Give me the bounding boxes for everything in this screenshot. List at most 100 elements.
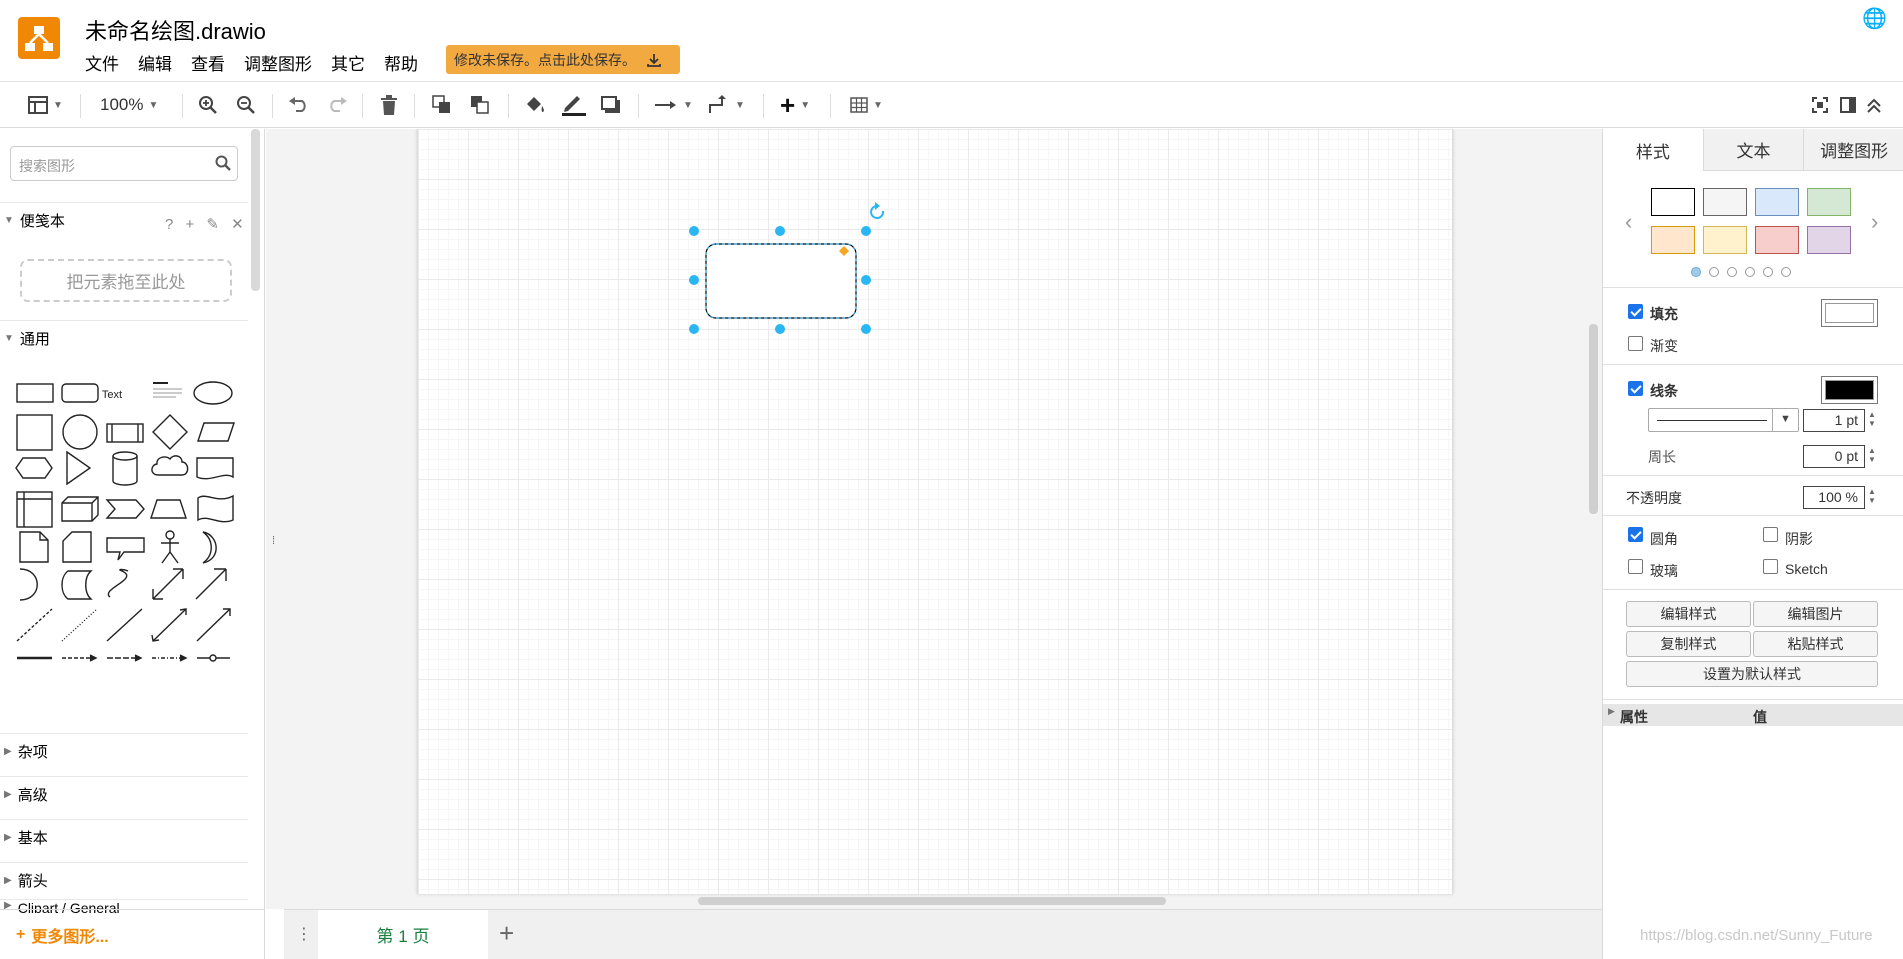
- sidebar-scrollbar[interactable]: [251, 129, 260, 291]
- line-pattern-select[interactable]: ▼: [1648, 408, 1799, 432]
- spinner-arrows-icon[interactable]: ▲ ▼: [1868, 410, 1876, 428]
- menu-arrange[interactable]: 调整图形: [244, 50, 331, 75]
- edit-image-button[interactable]: 编辑图片: [1753, 601, 1878, 627]
- search-icon[interactable]: [215, 155, 231, 176]
- diagram-canvas[interactable]: [266, 129, 1602, 909]
- connector-with-symbol-shape[interactable]: [197, 654, 230, 662]
- triangle-shape[interactable]: [66, 450, 92, 486]
- line-shape[interactable]: [106, 608, 143, 642]
- ellipse-shape[interactable]: [193, 381, 233, 405]
- and-shape[interactable]: [19, 568, 38, 601]
- shape-search-input[interactable]: 搜索图形: [10, 146, 238, 181]
- spinner-arrows-icon[interactable]: ▲ ▼: [1868, 487, 1876, 505]
- menu-view[interactable]: 查看: [191, 50, 244, 75]
- scratchpad-tools[interactable]: ? + ✎ ✕: [165, 215, 248, 233]
- resize-handle-e[interactable]: [861, 275, 871, 285]
- collapsed-arrow-icon[interactable]: ▶: [1608, 706, 1615, 717]
- gradient-checkbox[interactable]: [1628, 336, 1643, 351]
- actor-shape[interactable]: [161, 530, 179, 564]
- trapezoid-shape[interactable]: [150, 499, 187, 519]
- swatch-page-dot[interactable]: [1727, 267, 1737, 277]
- shadow-button[interactable]: [601, 93, 621, 117]
- square-shape[interactable]: [16, 414, 53, 451]
- zoom-out-button[interactable]: [236, 93, 256, 117]
- more-shapes-button[interactable]: + 更多图形...: [0, 909, 264, 959]
- sidebar-resize-handle[interactable]: ⁞: [272, 535, 275, 547]
- section-general[interactable]: ▼ 通用: [0, 320, 248, 356]
- swatch-page-dot[interactable]: [1763, 267, 1773, 277]
- undo-button[interactable]: [288, 93, 310, 117]
- section-advanced[interactable]: ▶ 高级: [0, 776, 248, 812]
- waypoints-button[interactable]: ▼: [708, 93, 745, 117]
- spinner-arrows-icon[interactable]: ▲ ▼: [1868, 446, 1876, 464]
- line-width-input[interactable]: 1 pt: [1803, 409, 1865, 432]
- scratchpad-dropzone[interactable]: 把元素拖至此处: [20, 259, 232, 302]
- connector-with-3-labels-shape[interactable]: [152, 654, 188, 662]
- style-swatch[interactable]: [1755, 188, 1799, 216]
- edit-style-button[interactable]: 编辑样式: [1626, 601, 1751, 627]
- section-basic[interactable]: ▶ 基本: [0, 819, 248, 855]
- resize-handle-ne[interactable]: [861, 226, 871, 236]
- rectangle-shape[interactable]: [16, 383, 54, 403]
- style-swatch[interactable]: [1703, 188, 1747, 216]
- arrow-shape[interactable]: [195, 568, 227, 600]
- connector-with-label-shape[interactable]: [62, 654, 98, 662]
- swatch-page-dot[interactable]: [1781, 267, 1791, 277]
- style-swatch[interactable]: [1703, 226, 1747, 254]
- connection-style-button[interactable]: ▼: [654, 93, 693, 117]
- cube-shape[interactable]: [61, 496, 99, 522]
- swatch-page-dot[interactable]: [1745, 267, 1755, 277]
- parallelogram-shape[interactable]: [197, 422, 235, 442]
- card-shape[interactable]: [62, 531, 92, 563]
- add-page-icon[interactable]: +: [499, 918, 514, 949]
- vertical-scrollbar[interactable]: [1589, 324, 1598, 514]
- process-shape[interactable]: [106, 423, 144, 443]
- resize-handle-w[interactable]: [689, 275, 699, 285]
- directional-connector-shape[interactable]: [196, 608, 231, 642]
- document-shape[interactable]: [196, 457, 234, 480]
- glass-checkbox[interactable]: [1628, 559, 1643, 574]
- table-button[interactable]: ▼: [850, 93, 883, 117]
- fill-checkbox[interactable]: [1628, 304, 1643, 319]
- fill-color-picker[interactable]: [1821, 299, 1878, 327]
- rotate-handle-icon[interactable]: [870, 202, 885, 219]
- fill-color-button[interactable]: [524, 93, 546, 117]
- cylinder-shape[interactable]: [112, 451, 138, 486]
- insert-button[interactable]: + ▼: [780, 90, 810, 120]
- cloud-shape[interactable]: [151, 455, 189, 476]
- resize-handle-nw[interactable]: [689, 226, 699, 236]
- chevron-right-icon[interactable]: ›: [1871, 209, 1878, 235]
- shadow-checkbox[interactable]: [1763, 527, 1778, 542]
- callout-shape[interactable]: [106, 537, 145, 561]
- opacity-input[interactable]: 100 %: [1803, 486, 1865, 509]
- to-front-button[interactable]: [432, 93, 452, 117]
- style-swatch[interactable]: [1755, 226, 1799, 254]
- swatch-page-dot[interactable]: [1691, 267, 1701, 277]
- zoom-dropdown[interactable]: 100% ▼: [100, 93, 158, 117]
- chevron-left-icon[interactable]: ‹: [1625, 209, 1632, 235]
- dashed-line-shape[interactable]: [16, 608, 53, 642]
- line-color-button[interactable]: [561, 93, 587, 117]
- tab-page-1[interactable]: 第 1 页: [318, 910, 488, 959]
- rounded-rectangle-shape[interactable]: [61, 383, 99, 403]
- heading-text-shape[interactable]: [153, 382, 182, 398]
- menu-edit[interactable]: 编辑: [138, 50, 191, 75]
- connector-with-2-labels-shape[interactable]: [107, 654, 143, 662]
- pages-menu-icon[interactable]: ⋮: [296, 924, 312, 944]
- tab-arrange[interactable]: 调整图形: [1804, 129, 1903, 171]
- resize-handle-sw[interactable]: [689, 324, 699, 334]
- tab-style[interactable]: 样式: [1603, 129, 1704, 171]
- note-shape[interactable]: [19, 531, 49, 563]
- resize-handle-n[interactable]: [775, 226, 785, 236]
- style-swatch[interactable]: [1651, 188, 1695, 216]
- rounded-rectangle-cell[interactable]: [705, 243, 857, 319]
- tab-text[interactable]: 文本: [1703, 129, 1805, 171]
- collapse-toolbar-button[interactable]: [1866, 93, 1882, 117]
- style-swatch[interactable]: [1807, 188, 1851, 216]
- data-storage-shape[interactable]: [61, 570, 93, 600]
- section-misc[interactable]: ▶ 杂项: [0, 733, 248, 769]
- copy-style-button[interactable]: 复制样式: [1626, 631, 1751, 657]
- bidirectional-arrow-shape[interactable]: [152, 568, 184, 600]
- menu-help[interactable]: 帮助: [384, 50, 437, 75]
- fullscreen-button[interactable]: [1812, 93, 1828, 117]
